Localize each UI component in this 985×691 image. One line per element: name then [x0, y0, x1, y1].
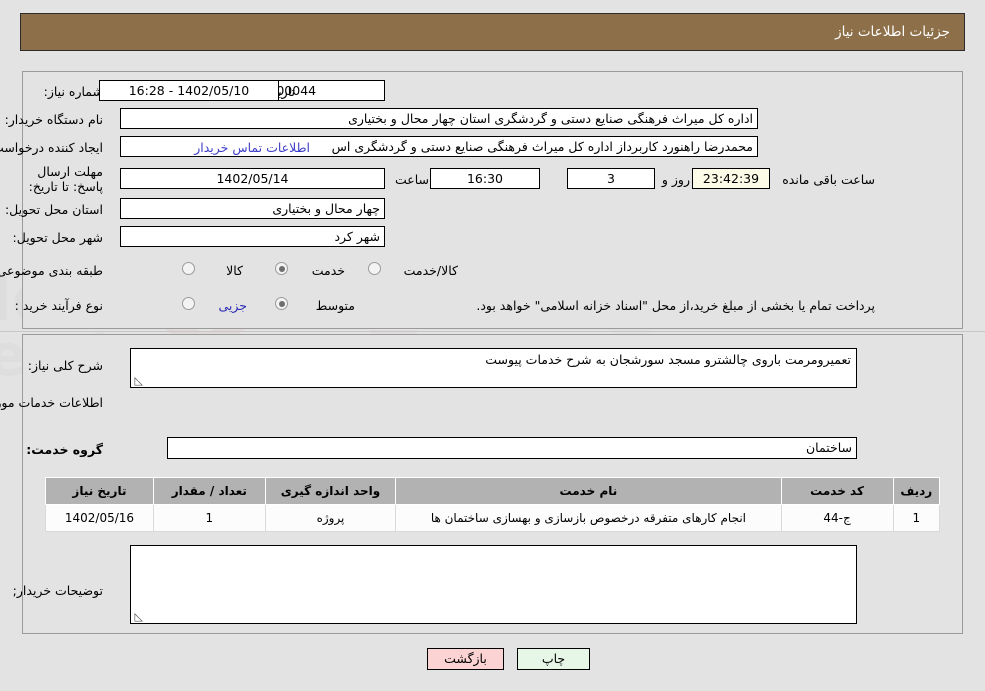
service-group-label: گروه خدمت:	[26, 442, 103, 457]
treasury-note: پرداخت تمام یا بخشی از مبلغ خرید،از محل …	[476, 298, 875, 313]
print-button[interactable]: چاپ	[517, 648, 590, 670]
deadline-label: مهلت ارسال پاسخ: تا تاریخ:	[28, 164, 103, 194]
process-option-label-1: متوسط	[315, 298, 355, 313]
col-radif: ردیف	[892, 477, 941, 505]
col-date: تاریخ نیاز	[45, 477, 154, 505]
province-label: استان محل تحویل:	[4, 202, 103, 217]
summary-label: شرح کلی نیاز:	[27, 358, 103, 373]
col-code: کد خدمت	[780, 477, 894, 505]
radio-category-kala-khedmat[interactable]	[368, 262, 381, 275]
buyer-org-label: نام دستگاه خریدار:	[4, 112, 103, 127]
col-unit: واحد اندازه گیری	[264, 477, 397, 505]
city-label: شهر محل تحویل:	[12, 230, 103, 245]
cell-date: 1402/05/16	[45, 504, 154, 532]
radio-process-motavaset[interactable]	[275, 297, 288, 310]
back-button[interactable]: بازگشت	[427, 648, 504, 670]
table-header-row: ردیف کد خدمت نام خدمت واحد اندازه گیری ت…	[45, 477, 941, 505]
need-number-label: شماره نیاز:	[43, 84, 103, 99]
category-option-label-1: خدمت	[311, 263, 345, 278]
days-remaining-label: روز و	[661, 172, 690, 187]
cell-unit: پروژه	[264, 504, 397, 532]
announce-datetime-value[interactable]: 1402/05/10 - 16:28	[99, 80, 279, 101]
buyer-notes-label: توضیحات خریدار;	[12, 583, 103, 598]
cell-qty: 1	[152, 504, 266, 532]
service-group-value[interactable]: ساختمان	[167, 437, 857, 459]
deadline-time-label: ساعت	[394, 172, 429, 187]
cell-name: انجام کارهای متفرقه درخصوص بازسازی و بهس…	[395, 504, 782, 532]
province-value[interactable]: چهار محال و بختیاری	[120, 198, 385, 219]
resize-grip-icon[interactable]: ◺	[133, 375, 143, 386]
page-title: جزئیات اطلاعات نیاز	[835, 24, 950, 40]
cell-radif: 1	[892, 504, 941, 532]
days-remaining-value[interactable]: 3	[567, 168, 655, 189]
buyer-org-value[interactable]: اداره کل میراث فرهنگی صنایع دستی و گردشگ…	[120, 108, 758, 129]
summary-value: تعمیرومرمت باروی چالشترو مسجد سورشجان به…	[485, 352, 851, 367]
summary-textarea[interactable]: تعمیرومرمت باروی چالشترو مسجد سورشجان به…	[130, 348, 857, 388]
resize-grip-icon-2[interactable]: ◺	[133, 611, 143, 622]
table-row: 1 ج-44 انجام کارهای متفرقه درخصوص بازساز…	[45, 504, 941, 532]
city-value[interactable]: شهر کرد	[120, 226, 385, 247]
process-option-label-0: جزیی	[218, 298, 247, 313]
panel-divider	[0, 331, 985, 332]
countdown-label: ساعت باقی مانده	[782, 172, 875, 187]
category-option-label-2: کالا/خدمت	[403, 263, 458, 278]
category-option-label-0: کالا	[226, 263, 243, 278]
countdown-value: 23:42:39	[692, 168, 770, 189]
services-table: ردیف کد خدمت نام خدمت واحد اندازه گیری ت…	[45, 477, 941, 532]
deadline-time-value[interactable]: 16:30	[430, 168, 540, 189]
page-header-bar: جزئیات اطلاعات نیاز	[20, 13, 965, 51]
deadline-date-value[interactable]: 1402/05/14	[120, 168, 385, 189]
radio-process-jozei[interactable]	[182, 297, 195, 310]
process-label: نوع فرآیند خرید :	[14, 298, 103, 313]
col-qty: تعداد / مقدار	[152, 477, 266, 505]
col-name: نام خدمت	[395, 477, 782, 505]
category-label: طبقه بندی موضوعی:	[0, 263, 103, 278]
radio-category-khedmat[interactable]	[275, 262, 288, 275]
cell-code: ج-44	[780, 504, 894, 532]
creator-label: ایجاد کننده درخواست:	[0, 140, 103, 155]
page-root: AriaTender.net AriaTender.net جزئیات اطل…	[0, 0, 985, 691]
buyer-notes-textarea[interactable]: ◺	[130, 545, 857, 624]
buyer-contact-link[interactable]: اطلاعات تماس خریدار	[194, 140, 310, 155]
services-heading: اطلاعات خدمات مورد نیاز	[0, 395, 103, 410]
radio-category-kala[interactable]	[182, 262, 195, 275]
